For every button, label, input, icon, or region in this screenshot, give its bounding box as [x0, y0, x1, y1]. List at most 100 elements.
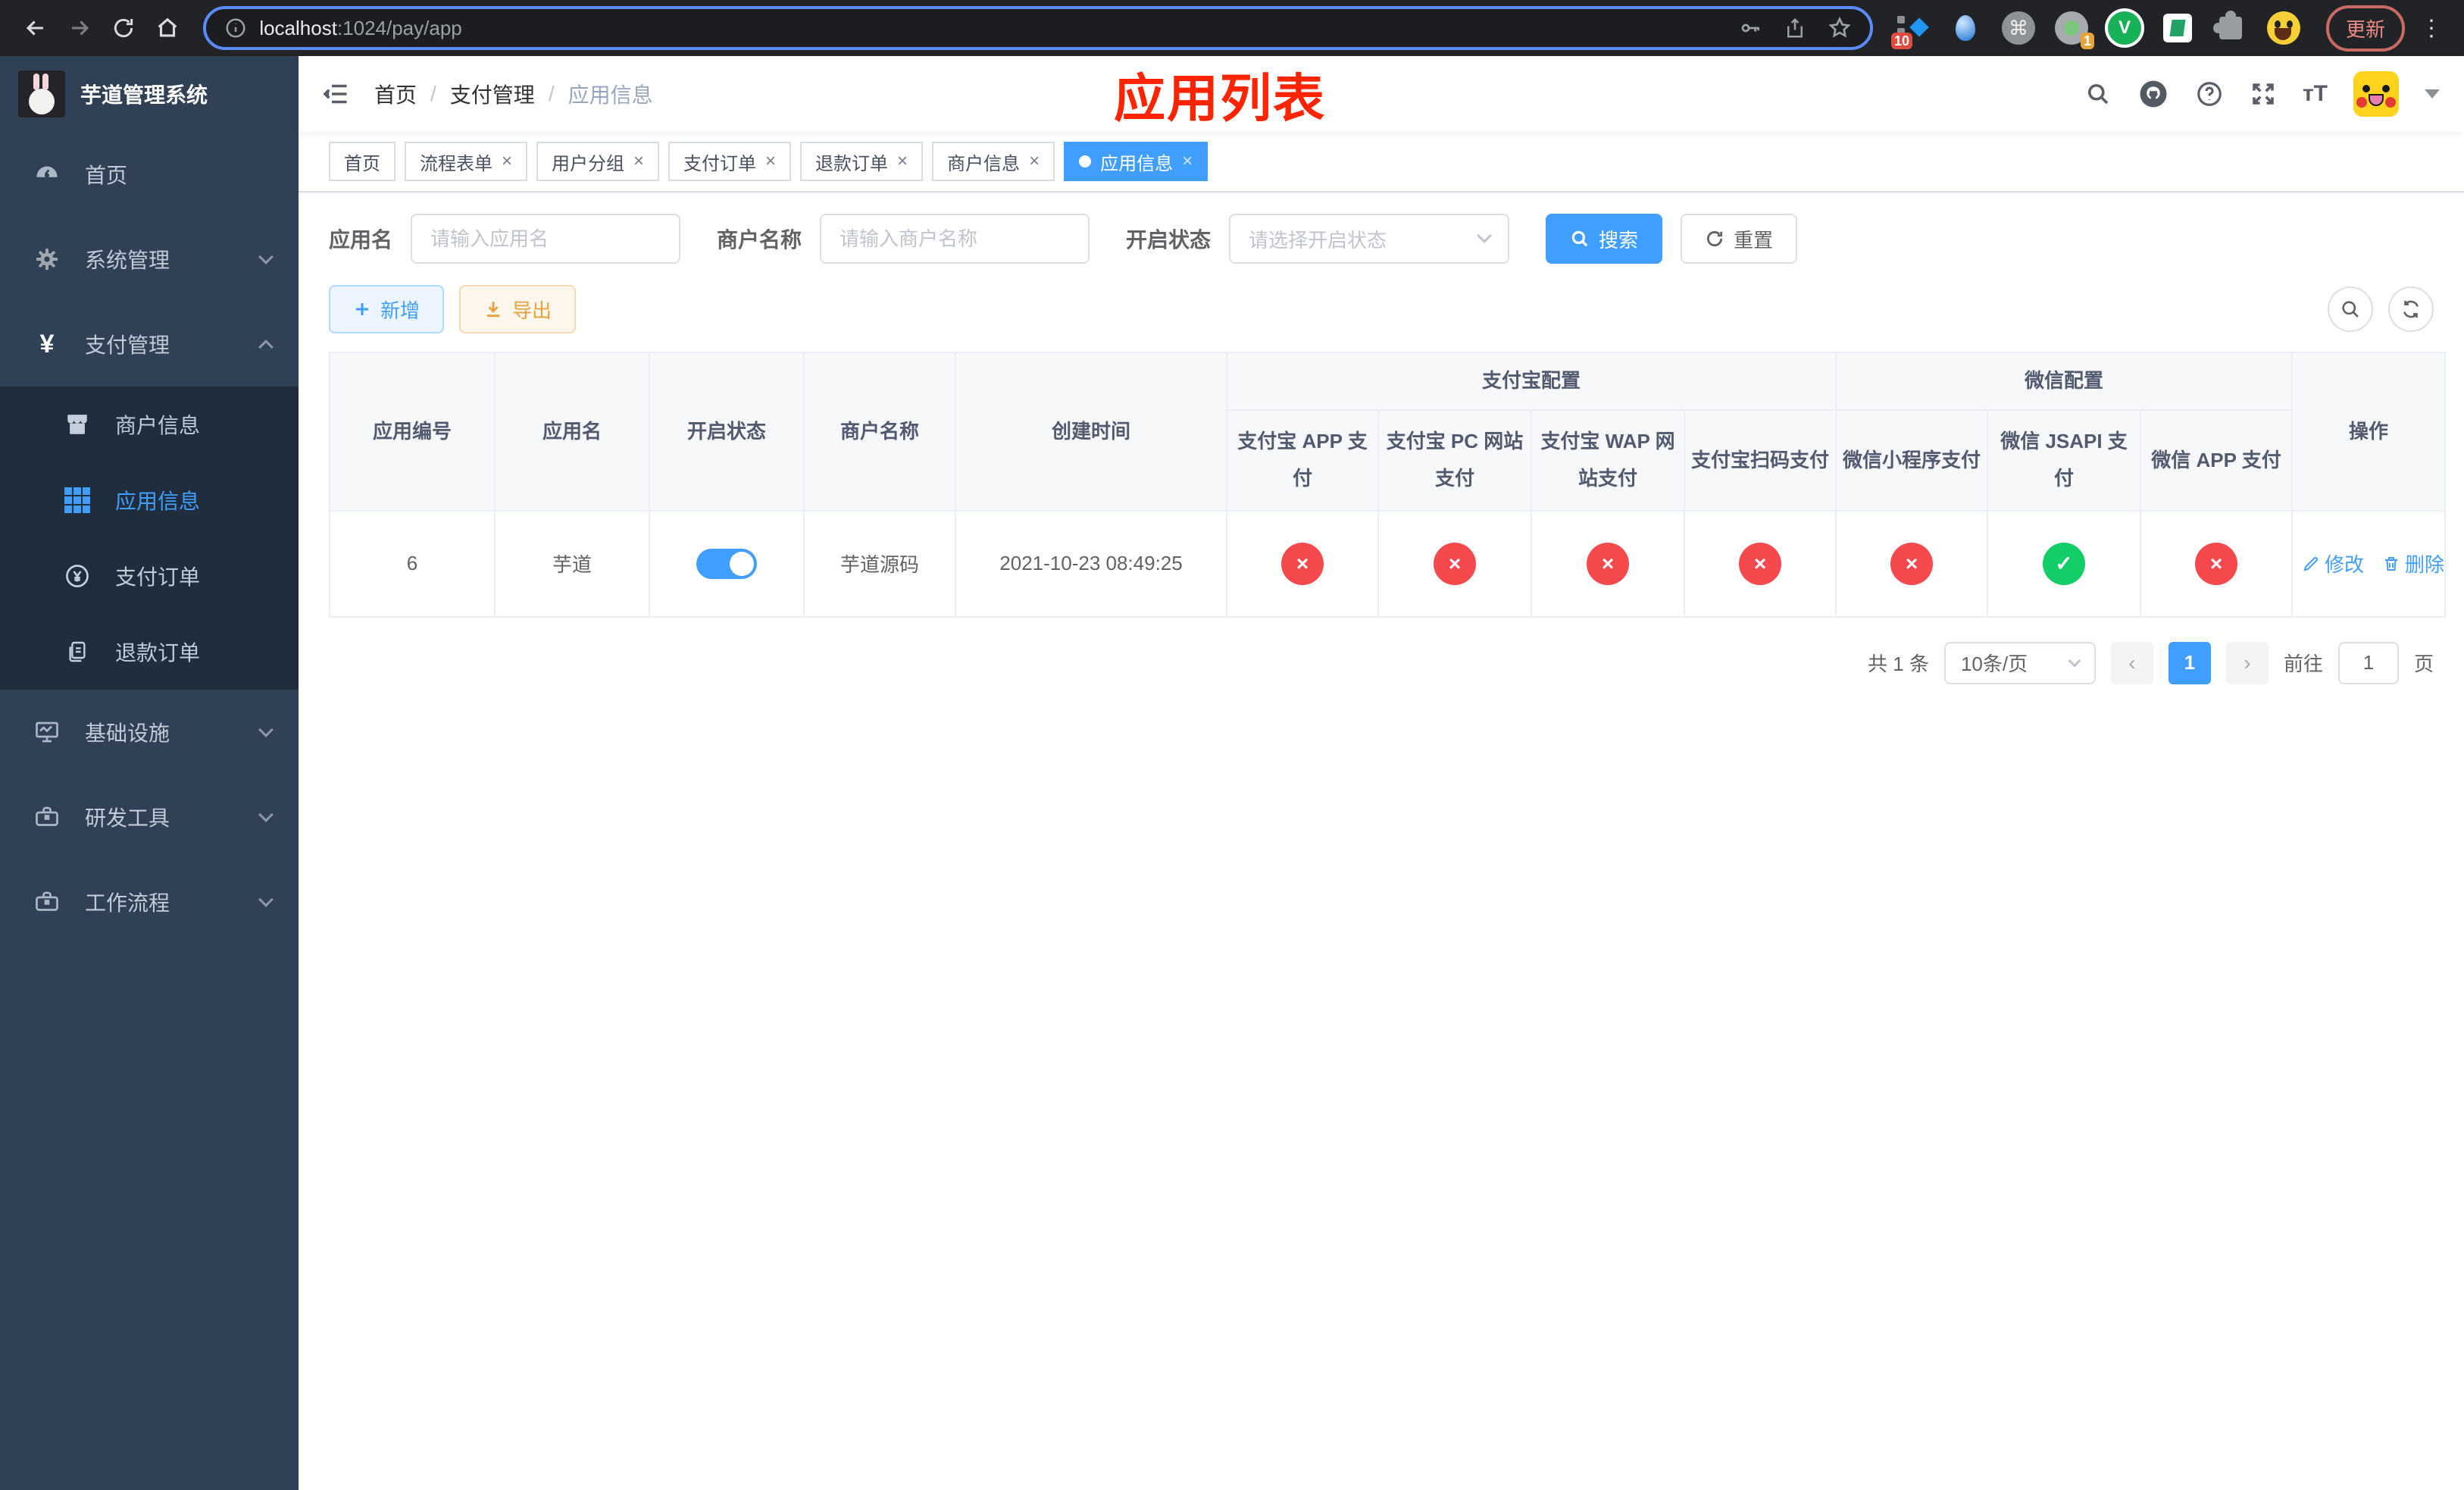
- balloon-extension-icon[interactable]: [1947, 10, 1984, 46]
- cell-wechat-app: ×: [2140, 509, 2294, 618]
- app-name-label: 应用名: [329, 228, 393, 252]
- next-page-button[interactable]: ›: [2225, 641, 2269, 684]
- sidebar-item-infrastructure[interactable]: 基础设施: [0, 690, 299, 775]
- reset-button[interactable]: 重置: [1681, 214, 1798, 264]
- goto-page-input[interactable]: [2337, 641, 2399, 684]
- url-bar[interactable]: localhost:1024/pay/app: [203, 6, 1873, 50]
- sidebar-collapse-button[interactable]: [323, 80, 350, 108]
- tab-merchant-info[interactable]: 商户信息 ×: [932, 142, 1055, 181]
- text-size-icon[interactable]: тT: [2303, 81, 2328, 107]
- toggle-search-button[interactable]: [2328, 286, 2373, 332]
- status-fail-icon: ×: [2195, 542, 2238, 585]
- site-info-icon[interactable]: [224, 17, 247, 39]
- close-icon[interactable]: ×: [633, 152, 644, 171]
- cell-open-status: [649, 509, 805, 618]
- sidebar-item-label: 基础设施: [85, 722, 170, 745]
- close-icon[interactable]: ×: [1029, 152, 1040, 171]
- sidebar-item-pay-order[interactable]: 支付订单: [0, 538, 299, 614]
- github-icon[interactable]: [2137, 78, 2169, 110]
- close-icon[interactable]: ×: [765, 152, 776, 171]
- col-header-open-status: 开启状态: [649, 351, 805, 512]
- refresh-table-button[interactable]: [2388, 286, 2434, 332]
- status-label: 开启状态: [1126, 228, 1212, 252]
- page-size-select[interactable]: 10条/页: [1943, 641, 2096, 684]
- page-title-annotation: 应用列表: [1114, 70, 1327, 128]
- tab-pay-order[interactable]: 支付订单 ×: [668, 142, 792, 181]
- browser-chrome: localhost:1024/pay/app 10 ⌘ 1 V 更新 ⋮: [0, 0, 2464, 56]
- tab-process-form[interactable]: 流程表单 ×: [405, 142, 528, 181]
- breadcrumb-section[interactable]: 支付管理: [450, 79, 535, 109]
- edit-link[interactable]: 修改: [2302, 549, 2364, 578]
- sidebar-item-refund-order[interactable]: 退款订单: [0, 614, 299, 690]
- refresh-icon: [1707, 230, 1723, 247]
- page-unit: 页: [2413, 653, 2434, 676]
- tab-home[interactable]: 首页: [329, 142, 396, 181]
- sidebar-item-label: 商户信息: [115, 414, 201, 437]
- sidebar-item-dev-tools[interactable]: 研发工具: [0, 775, 299, 859]
- merchant-name-input[interactable]: [820, 214, 1090, 264]
- cell-wechat-jsapi: ✓: [1987, 509, 2142, 618]
- logo-image: [18, 70, 65, 117]
- status-toggle[interactable]: [696, 548, 757, 579]
- sidebar-item-home[interactable]: 首页: [0, 132, 299, 217]
- browser-back-button[interactable]: [15, 7, 56, 49]
- close-icon[interactable]: ×: [502, 152, 512, 171]
- col-group-alipay: 支付宝配置: [1225, 352, 1837, 411]
- prev-page-button[interactable]: ‹: [2110, 641, 2153, 684]
- bookmark-star-icon[interactable]: [1828, 16, 1852, 40]
- breadcrumb-current: 应用信息: [568, 83, 653, 107]
- close-icon[interactable]: ×: [897, 152, 908, 171]
- col-header-app-id: 应用编号: [329, 351, 496, 512]
- export-button[interactable]: 导出: [459, 285, 577, 333]
- search-button[interactable]: 搜索: [1546, 214, 1663, 264]
- cell-app-id: 6: [329, 509, 496, 618]
- browser-reload-button[interactable]: [103, 7, 144, 49]
- command-extension-icon[interactable]: ⌘: [2000, 10, 2037, 46]
- session-extension-icon[interactable]: 1: [2053, 10, 2094, 49]
- app-name-input[interactable]: [411, 214, 681, 264]
- delete-link[interactable]: 删除: [2382, 549, 2444, 578]
- sidebar-item-label: 首页: [85, 164, 128, 187]
- fullscreen-icon[interactable]: [2250, 80, 2277, 108]
- tab-refund-order[interactable]: 退款订单 ×: [800, 142, 924, 181]
- avatar-caret-icon[interactable]: [2425, 89, 2440, 99]
- puzzle-extensions-icon[interactable]: [2212, 10, 2249, 46]
- sidebar-item-label: 支付管理: [85, 333, 170, 357]
- add-button[interactable]: 新增: [329, 285, 445, 333]
- tab-app-info[interactable]: 应用信息 ×: [1064, 142, 1209, 181]
- browser-menu-icon[interactable]: ⋮: [2408, 15, 2449, 42]
- password-key-icon[interactable]: [1738, 16, 1762, 40]
- cell-merchant: 芋道源码: [803, 509, 956, 618]
- pinned-tabs-extension-icon[interactable]: 10: [1890, 10, 1931, 49]
- sidebar-item-app-info[interactable]: 应用信息: [0, 462, 299, 538]
- total-count: 共 1 条: [1868, 653, 1929, 676]
- user-avatar[interactable]: [2353, 71, 2399, 117]
- sidebar-item-payment[interactable]: ¥ 支付管理: [0, 302, 299, 387]
- sidebar-item-workflow[interactable]: 工作流程: [0, 859, 299, 944]
- browser-extensions: 10 ⌘ 1 V: [1890, 10, 2302, 49]
- search-icon[interactable]: [2084, 80, 2112, 108]
- status-select[interactable]: 请选择开启状态: [1229, 214, 1510, 264]
- sidebar-item-merchant-info[interactable]: 商户信息: [0, 387, 299, 462]
- share-icon[interactable]: [1784, 16, 1806, 40]
- plus-icon: [356, 303, 368, 315]
- status-fail-icon: ×: [1890, 542, 1934, 585]
- close-icon[interactable]: ×: [1182, 152, 1193, 171]
- app-table: 应用编号 应用名 开启状态 商户名称 创建时间 支付宝配置 微信配置 操作 支付…: [329, 351, 2447, 618]
- current-page[interactable]: 1: [2168, 641, 2211, 684]
- document-extension-icon[interactable]: [2159, 10, 2196, 46]
- cell-alipay-qr: ×: [1683, 509, 1837, 618]
- search-form: 应用名 商户名称 开启状态 请选择开启状态 搜索 重置: [329, 214, 2434, 264]
- v-logo-extension-icon[interactable]: V: [2106, 10, 2143, 46]
- help-icon[interactable]: [2195, 80, 2224, 108]
- browser-forward-button[interactable]: [59, 7, 100, 49]
- tab-user-group[interactable]: 用户分组 ×: [536, 142, 660, 181]
- browser-update-button[interactable]: 更新: [2325, 5, 2405, 52]
- profile-avatar-icon[interactable]: [2265, 10, 2302, 46]
- search-icon: [1571, 230, 1588, 247]
- browser-home-button[interactable]: [147, 7, 188, 49]
- forward-icon: [72, 20, 89, 36]
- search-icon: [2342, 301, 2359, 318]
- sidebar-item-system[interactable]: 系统管理: [0, 217, 299, 302]
- breadcrumb-home[interactable]: 首页: [374, 79, 417, 109]
